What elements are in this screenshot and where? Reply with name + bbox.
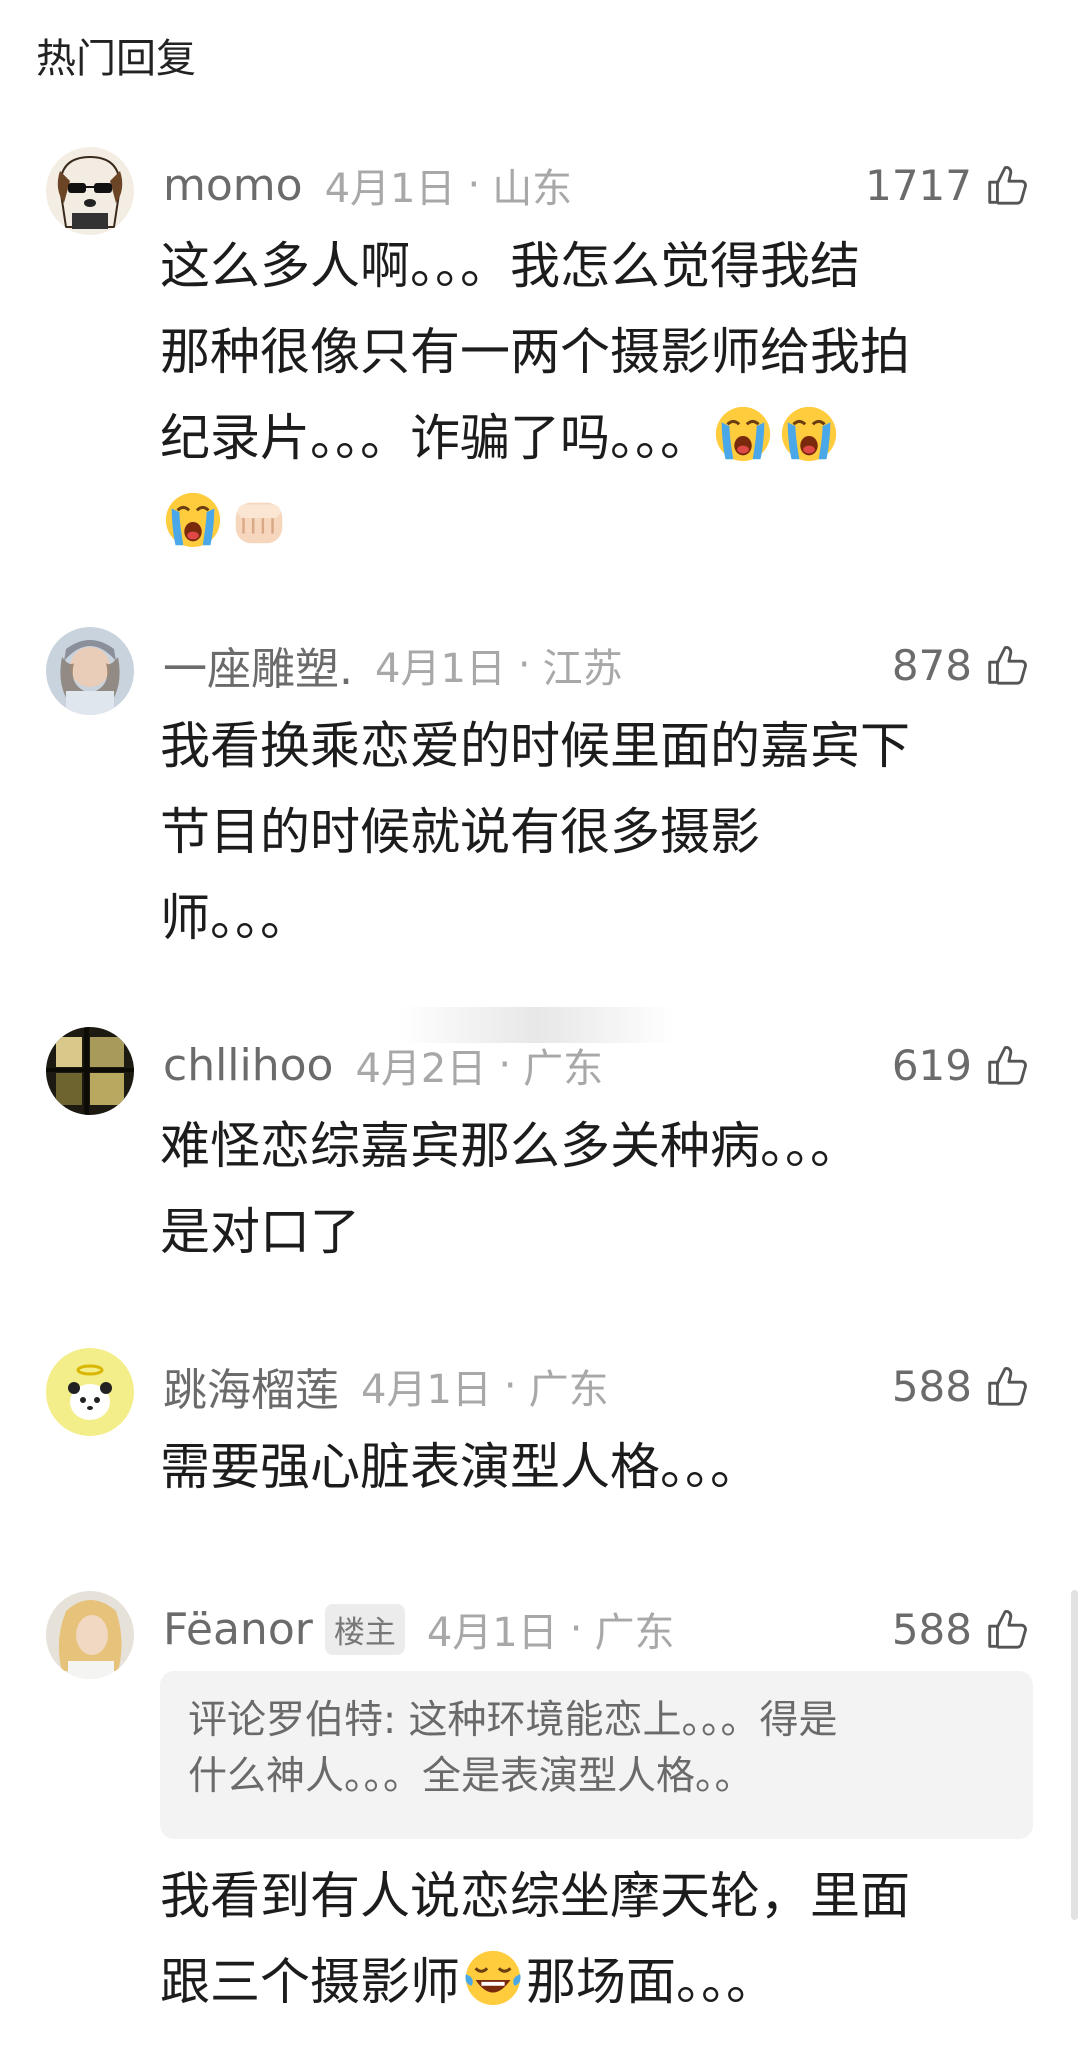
comment-line: 这么多人啊。。。我怎么觉得我结 [160, 237, 860, 295]
like-count: 588 [891, 1361, 972, 1411]
comment-line-text: 跟三个摄影师 [160, 1953, 460, 2011]
comment-meta: Fëanor 楼主 4月1日 · 广东 [163, 1599, 674, 1659]
comment-text: 我看换乘恋爱的时候里面的嘉宾下 节目的时候就说有很多摄影 师。。。 [160, 703, 1000, 961]
separator-dot: · [503, 1363, 517, 1409]
comment-line: 我看到有人说恋综坐摩天轮，里面 [160, 1867, 910, 1925]
avatar-photo-icon [46, 1027, 134, 1115]
like-count: 619 [891, 1040, 972, 1090]
avatar[interactable] [46, 1591, 134, 1679]
separator-dot: · [467, 162, 481, 208]
like-count: 588 [891, 1604, 972, 1654]
scrollbar[interactable] [1071, 1590, 1078, 1920]
like-count: 878 [891, 640, 972, 690]
crying-emoji-icon [712, 403, 774, 465]
comment-line: 师。。。 [160, 889, 310, 947]
username[interactable]: 一座雕塑. [163, 633, 353, 697]
comment-meta: chllihoo 4月2日 · 广东 [163, 1035, 603, 1095]
comment-text: 我看到有人说恋综坐摩天轮，里面 跟三个摄影师 那场面。。。 [160, 1853, 1000, 2025]
comment-location: 江苏 [542, 646, 623, 692]
comment-date: 4月1日 [324, 166, 456, 212]
comment-date: 4月1日 [375, 646, 506, 692]
comment-meta: 跳海榴莲 4月1日 · 广东 [163, 1356, 609, 1416]
comment-line [160, 481, 1000, 567]
comment-location: 广东 [523, 1046, 604, 1092]
quote-line: 评论罗伯特: 这种环境能恋上。。。得是 [188, 1698, 838, 1743]
comment-line-text: 那场面。。。 [526, 1953, 776, 2011]
comment-line: 是对口了 [160, 1203, 360, 1261]
crying-emoji-icon [778, 403, 840, 465]
comment-line: 需要强心脏表演型人格。。。 [160, 1438, 760, 1496]
separator-dot: · [569, 1606, 583, 1652]
thumbs-up-icon[interactable] [984, 1363, 1030, 1409]
thumbs-up-icon[interactable] [984, 1042, 1030, 1088]
like-button[interactable]: 878 [892, 635, 1030, 695]
comment-location: 广东 [528, 1367, 609, 1413]
avatar[interactable] [46, 627, 134, 715]
quote-line: 什么神人。。。全是表演型人格。。 [188, 1754, 754, 1799]
section-title: 热门回复 [36, 36, 196, 82]
crying-emoji-icon [162, 489, 224, 551]
username[interactable]: chllihoo [163, 1040, 333, 1091]
like-button[interactable]: 619 [892, 1035, 1030, 1095]
op-badge: 楼主 [324, 1603, 405, 1655]
avatar[interactable] [46, 147, 134, 235]
comment-line: 难怪恋综嘉宾那么多关种病。。。 [160, 1117, 860, 1175]
comment-location: 山东 [492, 166, 573, 212]
comment-line: 那种很像只有一两个摄影师给我拍 [160, 323, 910, 381]
comment-text: 难怪恋综嘉宾那么多关种病。。。 是对口了 [160, 1103, 1000, 1275]
comment-date: 4月1日 [426, 1610, 558, 1656]
like-button[interactable]: 588 [892, 1356, 1030, 1416]
comment-line: 纪录片。。。诈骗了吗。。。 [160, 395, 1000, 481]
quoted-reply[interactable]: 评论罗伯特: 这种环境能恋上。。。得是 什么神人。。。全是表演型人格。。 [160, 1671, 1033, 1839]
thumbs-up-icon[interactable] [984, 162, 1030, 208]
comment-line: 节目的时候就说有很多摄影 [160, 803, 760, 861]
comment-location: 广东 [594, 1610, 675, 1656]
comment-date: 4月1日 [361, 1367, 492, 1413]
avatar-panda-icon [46, 1348, 134, 1436]
avatar[interactable] [46, 1348, 134, 1436]
comment-text: 需要强心脏表演型人格。。。 [160, 1424, 1000, 1510]
thumbs-up-icon[interactable] [984, 1606, 1030, 1652]
comment-text: 这么多人啊。。。我怎么觉得我结 那种很像只有一两个摄影师给我拍 纪录片。。。诈骗… [160, 223, 1000, 567]
comment-line: 跟三个摄影师 那场面。。。 [160, 1939, 1000, 2025]
laughing-tears-emoji-icon [462, 1947, 524, 2009]
username[interactable]: Fëanor [163, 1604, 313, 1655]
avatar-dog-icon [46, 147, 134, 235]
fist-emoji-icon [228, 489, 290, 551]
avatar[interactable] [46, 1027, 134, 1115]
separator-dot: · [498, 1042, 512, 1088]
like-button[interactable]: 588 [892, 1599, 1030, 1659]
avatar-photo-icon [46, 627, 134, 715]
comment-meta: momo 4月1日 · 山东 [163, 155, 572, 215]
username[interactable]: 跳海榴莲 [163, 1354, 339, 1418]
avatar-photo-icon [46, 1591, 134, 1679]
comment-meta: 一座雕塑. 4月1日 · 江苏 [163, 635, 623, 695]
like-button[interactable]: 1717 [865, 155, 1030, 215]
comment-line: 我看换乘恋爱的时候里面的嘉宾下 [160, 717, 910, 775]
thumbs-up-icon[interactable] [984, 642, 1030, 688]
comment-line-text: 纪录片。。。诈骗了吗。。。 [160, 409, 710, 467]
comment-date: 4月2日 [355, 1046, 487, 1092]
separator-dot: · [517, 642, 531, 688]
like-count: 1717 [865, 160, 972, 210]
username[interactable]: momo [163, 160, 303, 211]
